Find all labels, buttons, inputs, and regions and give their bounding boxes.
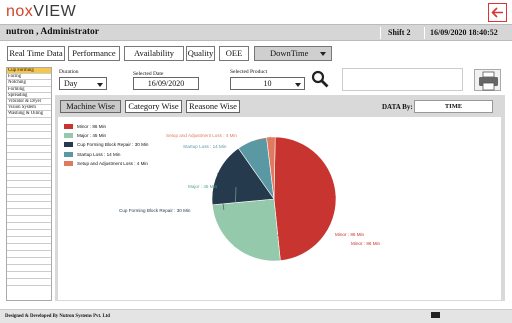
nav-availability[interactable]: Availability	[124, 46, 184, 61]
slice-label-minor: Minor : 86 Min	[335, 232, 365, 237]
data-by-label: DATA By:	[382, 103, 413, 111]
user-name: nutron , Administrator	[6, 27, 99, 37]
search-icon	[311, 70, 329, 88]
chevron-down-icon	[320, 52, 326, 56]
nav-real-time-data[interactable]: Real Time Data	[7, 46, 65, 61]
slice-label-cup-forming: Cup Forming Block Repair : 30 Min	[119, 208, 191, 213]
date-input[interactable]: 16/09/2020	[133, 77, 199, 90]
divider	[424, 27, 425, 39]
printer-icon	[479, 71, 498, 91]
arrow-left-icon	[491, 7, 503, 18]
info-box	[342, 68, 463, 91]
date-time: 16/09/2020 18:40:52	[430, 28, 498, 37]
downtime-pie-chart: Setup and Adjustment Loss : 4 Min Startu…	[119, 133, 381, 262]
data-by-select[interactable]: TIME	[414, 100, 493, 113]
slice-major[interactable]	[211, 198, 281, 262]
slice-minor[interactable]	[273, 136, 337, 262]
product-label: Selected Product	[230, 69, 268, 75]
chevron-down-icon	[97, 83, 103, 87]
slice-label-setup: Setup and Adjustment Loss : 4 Min	[166, 133, 237, 138]
product-value: 10	[263, 79, 272, 88]
top-bar: noxVIEW	[0, 0, 512, 24]
tab-machine-wise[interactable]: Machine Wise	[60, 100, 121, 113]
slice-label-startup: Startup Loss : 14 Min	[183, 144, 227, 149]
back-button[interactable]	[488, 3, 507, 22]
shift-label: Shift 2	[388, 28, 411, 37]
nav-quality[interactable]: Quality	[186, 46, 215, 61]
app-logo: noxVIEW	[6, 3, 77, 20]
product-select[interactable]: 10	[230, 77, 305, 90]
duration-value: Day	[64, 79, 78, 88]
nav-performance[interactable]: Performance	[68, 46, 120, 61]
machine-sidebar: Cup Forming Facing Notching Forming Spre…	[6, 67, 52, 301]
slice-label-minor-2: Minor : 86 Min	[351, 241, 381, 246]
duration-label: Duration	[59, 69, 79, 75]
duration-select[interactable]: Day	[59, 77, 107, 90]
header-bar: nutron , Administrator Shift 2 16/09/202…	[0, 24, 512, 41]
search-button[interactable]	[311, 70, 329, 88]
tab-category-wise[interactable]: Category Wise	[125, 100, 182, 113]
nav-downtime-dropdown[interactable]: DownTime	[254, 46, 332, 61]
chevron-down-icon	[295, 83, 301, 87]
nav-oee[interactable]: OEE	[219, 46, 249, 61]
footer-credit: Designed & Developed By Nutron Systems P…	[5, 314, 110, 319]
print-button[interactable]	[474, 69, 501, 91]
divider	[380, 27, 381, 39]
mail-icon[interactable]	[431, 312, 440, 318]
tab-reason-wise[interactable]: Reasone Wise	[186, 100, 240, 113]
slice-label-major: Major : 45 Min	[188, 184, 218, 189]
nav-downtime-label: DownTime	[270, 48, 309, 58]
